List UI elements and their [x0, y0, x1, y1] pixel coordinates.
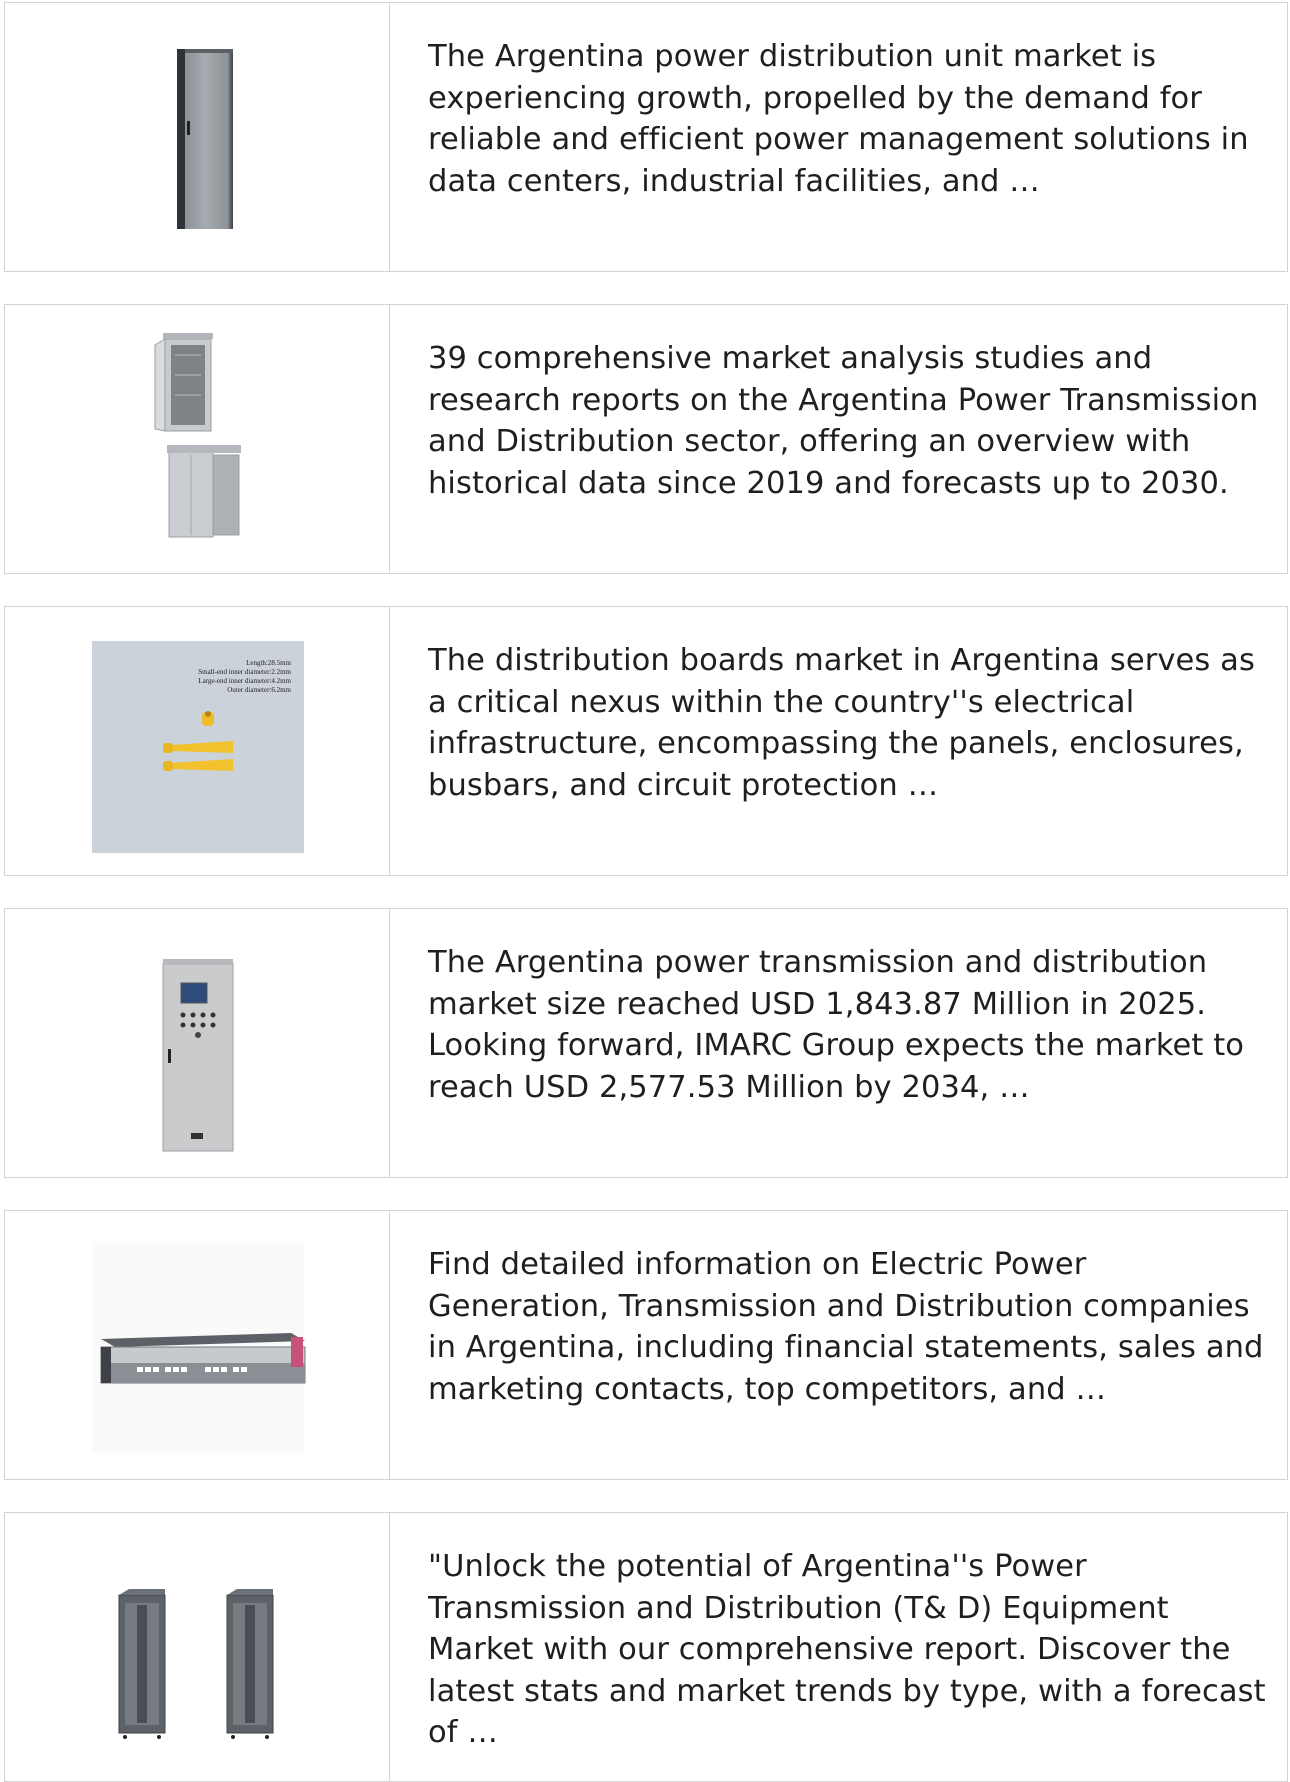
item-description: The Argentina power distribution unit ma…: [428, 39, 1249, 199]
yellow-sleeves-photo[interactable]: Length:28.5mm Small-end inner diameter:2…: [5, 607, 390, 875]
item-description: The distribution boards market in Argent…: [428, 643, 1255, 803]
rack-chassis-icon[interactable]: [5, 1211, 390, 1479]
list-item[interactable]: The Argentina power distribution unit ma…: [4, 2, 1288, 272]
image-label: Large-end inner diameter:4.2mm: [198, 677, 291, 685]
list-item[interactable]: Length:28.5mm Small-end inner diameter:2…: [4, 606, 1288, 876]
image-label: Length:28.5mm: [246, 659, 291, 667]
item-description: Find detailed information on Electric Po…: [428, 1247, 1264, 1407]
item-description: "Unlock the potential of Argentina''s Po…: [428, 1549, 1266, 1750]
list-item[interactable]: 39 comprehensive market analysis studies…: [4, 304, 1288, 574]
tall-cabinet-icon[interactable]: [5, 3, 390, 271]
image-label: Outer diameter:6.2mm: [227, 686, 291, 694]
server-racks-icon[interactable]: [5, 1513, 390, 1781]
control-panel-cabinet-icon[interactable]: [5, 909, 390, 1177]
list-item[interactable]: Find detailed information on Electric Po…: [4, 1210, 1288, 1480]
outdoor-cabinets-icon[interactable]: [5, 305, 390, 573]
item-description: 39 comprehensive market analysis studies…: [428, 341, 1259, 501]
list-item[interactable]: The Argentina power transmission and dis…: [4, 908, 1288, 1178]
item-description: The Argentina power transmission and dis…: [428, 945, 1245, 1105]
image-label: Small-end inner diameter:2.2mm: [198, 668, 291, 676]
list-item[interactable]: "Unlock the potential of Argentina''s Po…: [4, 1512, 1288, 1782]
